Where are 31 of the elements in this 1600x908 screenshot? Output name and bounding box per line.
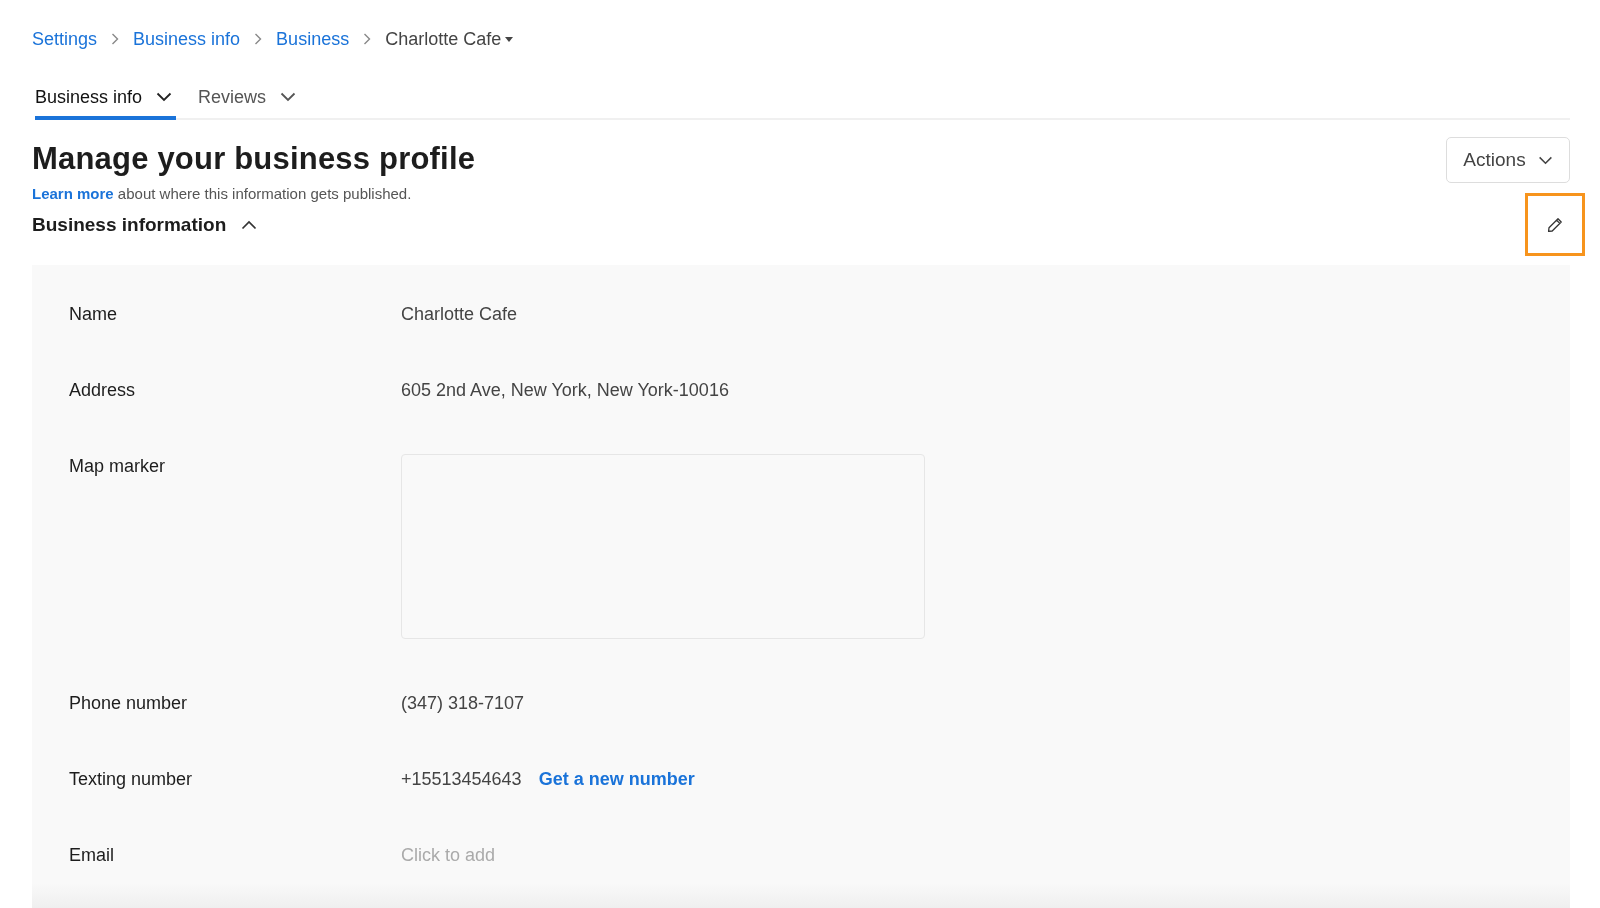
get-new-number-link[interactable]: Get a new number [538, 767, 695, 791]
chevron-down-icon [1537, 155, 1553, 165]
field-value: Charlotte Cafe [401, 303, 518, 326]
tab[interactable]: Reviews [198, 75, 301, 120]
chevron-right-icon [363, 33, 372, 45]
page-title: Manage your business profile [32, 141, 476, 177]
field-label: Name [69, 303, 118, 326]
field-label: Address [69, 379, 137, 402]
field-value: +15513454643 [401, 768, 522, 791]
caret-down-icon [505, 36, 514, 42]
breadcrumb-link[interactable]: Settings [32, 27, 98, 51]
pencil-icon [1547, 216, 1563, 233]
chevron-down-icon [280, 92, 297, 102]
chevron-right-icon [111, 33, 120, 45]
chevron-right-icon [254, 33, 263, 45]
breadcrumb-link[interactable]: Business info [133, 27, 241, 51]
field-label: Email [69, 844, 115, 867]
learn-more-link[interactable]: Learn more [32, 185, 114, 202]
field-label: Map marker [69, 455, 167, 478]
actions-button[interactable]: Actions [1446, 137, 1570, 183]
tab[interactable]: Business info [35, 75, 177, 120]
field-label: Texting number [69, 768, 194, 791]
business-selector[interactable]: Charlotte Cafe [385, 27, 514, 51]
field-label: Phone number [69, 692, 189, 715]
breadcrumb-link[interactable]: Business [276, 27, 350, 51]
publish-note: Learn more about where this information gets published. [32, 184, 413, 204]
section-title: Business information [32, 214, 227, 236]
chevron-up-icon[interactable] [241, 220, 258, 230]
chevron-down-icon [156, 92, 173, 102]
field-value: 605 2nd Ave, New York, New York-10016 [401, 379, 729, 402]
field-value: (347) 318-7107 [401, 692, 525, 715]
